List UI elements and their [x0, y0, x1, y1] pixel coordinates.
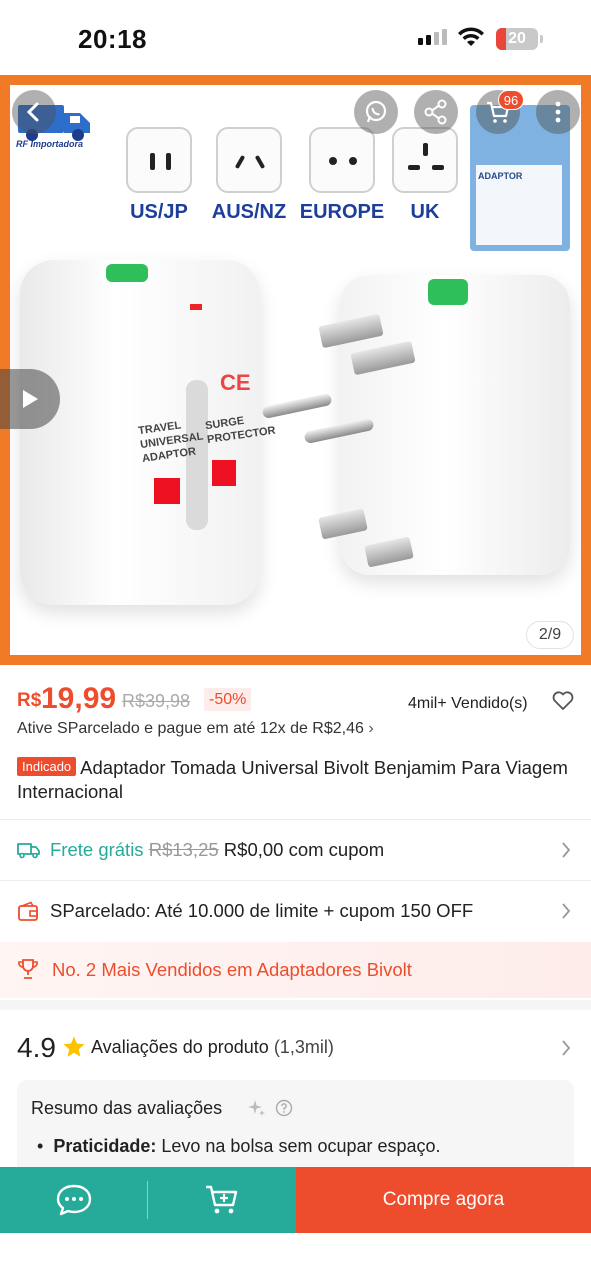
plug-type-europe: EUROPE	[297, 127, 387, 224]
adapter-label-right: SURGE PROTECTOR	[204, 414, 277, 447]
plug-type-label: UK	[410, 201, 440, 223]
whatsapp-icon	[365, 100, 387, 123]
battery-level: 20	[508, 30, 526, 47]
wallet-icon	[18, 901, 38, 921]
bullet-text: Levo na bolsa sem ocupar espaço.	[156, 1136, 441, 1156]
installment-link[interactable]: Ative SParcelado e pague em até 12x de R…	[17, 720, 374, 738]
rating-label: Avaliações do produto	[91, 1037, 269, 1057]
battery-icon: 20	[496, 28, 543, 50]
buy-now-button[interactable]: Compre agora	[296, 1167, 591, 1233]
add-to-cart-icon[interactable]	[203, 1182, 241, 1216]
truck-icon	[17, 843, 40, 859]
product-title-text: Adaptador Tomada Universal Bivolt Benjam…	[17, 757, 568, 802]
plug-type-label: AUS/NZ	[211, 201, 287, 223]
indicado-tag: Indicado	[17, 757, 77, 776]
chevron-right-icon	[562, 842, 571, 858]
sparcelado-row[interactable]: SParcelado: Até 10.000 de limite + cupom…	[0, 881, 591, 941]
plug-type-label: EUROPE	[299, 201, 385, 223]
chevron-right-icon: ›	[368, 720, 374, 737]
plug-type-uk: UK	[390, 127, 460, 224]
back-button[interactable]	[12, 90, 56, 134]
ranking-text: No. 2 Mais Vendidos em Adaptadores Bivol…	[52, 959, 412, 980]
sparcelado-text: SParcelado: Até 10.000 de limite + cupom…	[50, 900, 474, 921]
plug-type-aus-nz: AUS/NZ	[209, 127, 289, 224]
bullet-key: Praticidade:	[53, 1136, 157, 1156]
chevron-right-icon	[562, 1040, 571, 1056]
original-price: R$39,98	[122, 691, 191, 711]
chevron-right-icon	[562, 903, 571, 919]
whatsapp-share-button[interactable]	[354, 90, 398, 134]
package-label: ADAPTOR	[478, 171, 523, 181]
status-time: 20:18	[78, 24, 147, 54]
review-summary-bullet: • Praticidade: Levo na bolsa sem ocupar …	[37, 1136, 441, 1156]
chat-icon[interactable]	[55, 1183, 93, 1217]
bottom-action-bar: Compre agora	[0, 1167, 591, 1233]
best-seller-ranking[interactable]: No. 2 Mais Vendidos em Adaptadores Bivol…	[0, 942, 591, 998]
shipping-old-price: R$13,25	[148, 839, 219, 860]
cart-count-badge: 96	[498, 90, 524, 110]
image-pager: 2/9	[526, 621, 574, 649]
home-indicator-area	[0, 1233, 591, 1280]
star-icon	[63, 1036, 85, 1057]
ce-mark: CE	[220, 370, 251, 395]
adapter-label-left: TRAVEL UNIVERSAL ADAPTOR	[137, 419, 204, 465]
more-icon	[555, 101, 561, 123]
bottom-left-actions	[0, 1167, 296, 1233]
rating-count: (1,3mil)	[273, 1037, 334, 1057]
play-icon	[23, 390, 38, 408]
plug-type-label: US/JP	[130, 201, 188, 223]
shipping-coupon-price: R$0,00 com cupom	[223, 839, 385, 860]
current-price: 19,99	[41, 682, 117, 715]
plug-type-us-jp: US/JP	[124, 127, 194, 224]
discount-badge: -50%	[204, 688, 252, 711]
shipping-row[interactable]: Frete grátis R$13,25 R$0,00 com cupom	[0, 820, 591, 880]
more-options-button[interactable]	[536, 90, 580, 134]
price-row: R$ 19,99 R$39,98 -50% 4mil+ Vendido(s)	[17, 682, 577, 722]
sparkle-icon	[248, 1100, 265, 1116]
wifi-icon	[458, 27, 484, 46]
review-summary-heading: Resumo das avaliações	[31, 1098, 223, 1118]
product-title: Indicado Adaptador Tomada Universal Bivol…	[17, 756, 572, 804]
heart-icon[interactable]	[552, 691, 574, 711]
free-shipping-label: Frete grátis	[50, 839, 144, 860]
divider	[147, 1181, 148, 1219]
section-separator	[0, 1000, 591, 1010]
share-button[interactable]	[414, 90, 458, 134]
video-play-button[interactable]	[0, 369, 60, 429]
rating-score: 4.9	[17, 1032, 56, 1063]
sold-count: 4mil+ Vendido(s)	[408, 695, 528, 712]
product-rating-row[interactable]: 4.9 Avaliações do produto (1,3mil)	[0, 1018, 591, 1078]
product-image-gallery[interactable]: RF Importadora US/JP AUS/NZ EUROPE UK AD…	[0, 75, 591, 665]
price-currency: R$	[17, 690, 42, 711]
trophy-icon	[18, 959, 38, 979]
cellular-signal-icon	[418, 29, 447, 45]
help-icon[interactable]	[275, 1099, 293, 1117]
share-icon	[424, 99, 447, 125]
brand-logo-text: RF Importadora	[16, 139, 84, 149]
back-arrow-icon	[26, 102, 39, 122]
adapter-front-photo: CE TRAVEL UNIVERSAL ADAPTOR SURGE PROTEC…	[20, 260, 276, 605]
installment-text: Ative SParcelado e pague em até 12x de R…	[17, 720, 364, 737]
product-image[interactable]: RF Importadora US/JP AUS/NZ EUROPE UK AD…	[10, 85, 581, 655]
eu-pin	[261, 392, 333, 420]
status-bar: 20:18 20	[0, 0, 591, 78]
